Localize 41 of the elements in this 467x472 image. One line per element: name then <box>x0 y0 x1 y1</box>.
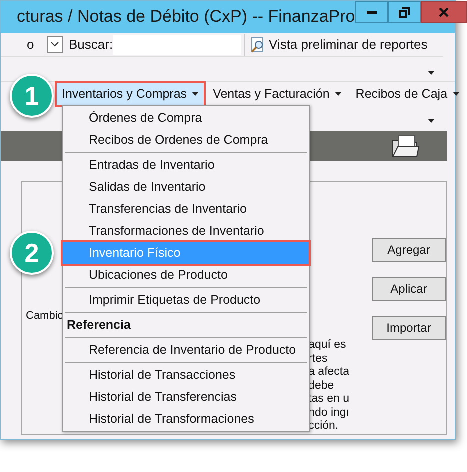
menu-bar-item[interactable]: Ventas y Facturación <box>208 83 347 105</box>
menu-item[interactable]: Entradas de Inventario <box>63 154 309 176</box>
text-fragment: aquí es <box>308 339 348 352</box>
caret-icon <box>334 92 342 96</box>
caret-icon <box>452 92 460 96</box>
folder-icon <box>391 133 421 159</box>
restore-icon <box>399 6 410 18</box>
menu-bar-item[interactable]: Recibos de Caja <box>350 83 465 105</box>
menu-item[interactable]: Transferencias de Inventario <box>63 198 309 220</box>
menu-item[interactable]: Recibos de Ordenes de Compra <box>63 129 309 151</box>
menu-bar-item[interactable]: Inventarios y Compras <box>57 83 204 105</box>
menu-item[interactable]: Historial de Transformaciones <box>63 408 309 430</box>
menu-item[interactable]: Órdenes de Compra <box>63 107 309 129</box>
close-button[interactable] <box>421 1 467 23</box>
restore-button[interactable] <box>388 1 422 23</box>
caret-icon <box>428 71 435 75</box>
text-fragment: Cambic <box>25 310 64 322</box>
minimize-icon <box>366 10 377 14</box>
caret-icon <box>192 92 200 96</box>
menu-item[interactable]: Transformaciones de Inventario <box>63 220 309 242</box>
chevron-down-icon <box>51 42 59 47</box>
menu-item[interactable]: Salidas de Inventario <box>63 176 309 198</box>
search-label: Buscar: <box>69 36 113 54</box>
magnifier-document-icon <box>250 36 266 52</box>
menu-header: Referencia <box>66 316 132 334</box>
menu-item[interactable]: Referencia de Inventario de Producto <box>63 339 309 361</box>
action-button[interactable]: Aplicar <box>372 277 446 301</box>
menu-item[interactable]: Historial de Transacciones <box>63 364 309 386</box>
dropdown-button[interactable] <box>47 36 63 53</box>
caret-icon <box>428 119 435 123</box>
close-icon <box>439 8 450 16</box>
menu-item[interactable]: Historial de Transferencias <box>63 386 309 408</box>
report-preview-button[interactable]: Vista preliminar de reportes <box>248 34 428 54</box>
minimize-button[interactable] <box>355 1 388 23</box>
action-button[interactable]: Agregar <box>372 238 446 262</box>
menu-item[interactable]: Ubicaciones de Producto <box>63 264 309 286</box>
menu-item[interactable]: Imprimir Etiquetas de Producto <box>63 289 309 311</box>
search-field[interactable] <box>113 34 241 54</box>
window-title: cturas / Notas de Débito (CxP) -- FinanzaPro <box>16 6 356 28</box>
field-text: o <box>26 36 36 54</box>
action-button[interactable]: Importar <box>372 316 446 340</box>
